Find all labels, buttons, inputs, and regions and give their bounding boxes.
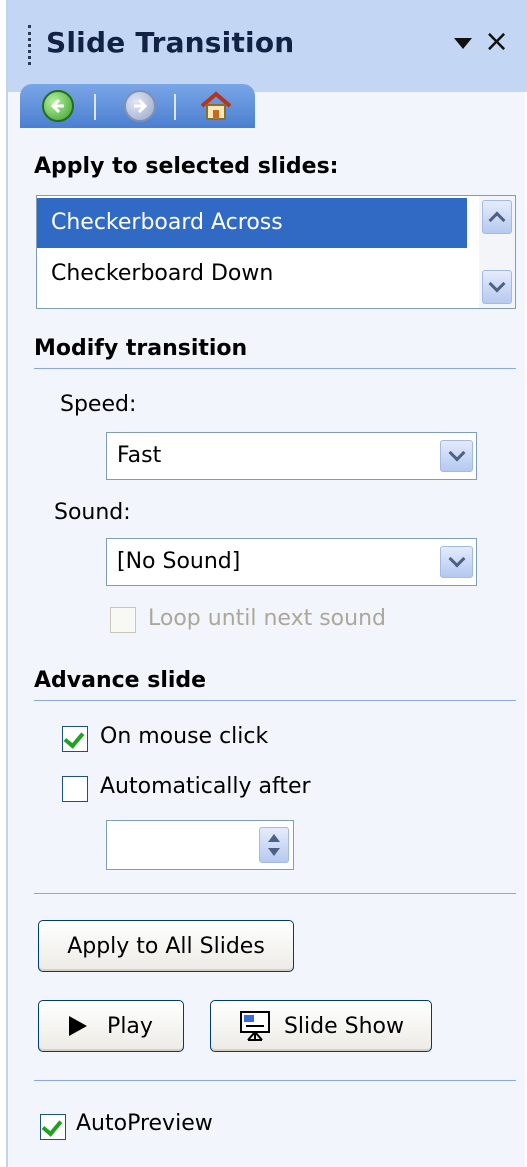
- section-divider: [34, 1080, 516, 1081]
- scroll-up-button[interactable]: [482, 200, 512, 234]
- dropdown-arrow-icon[interactable]: [454, 38, 472, 49]
- back-arrow-icon[interactable]: [42, 90, 74, 122]
- automatically-after-label: Automatically after: [100, 774, 311, 799]
- slide-show-button[interactable]: Slide Show: [210, 1000, 432, 1052]
- chevron-down-icon: [488, 275, 506, 293]
- spinner-buttons[interactable]: [259, 827, 289, 863]
- sound-label: Sound:: [54, 500, 131, 525]
- advance-section-heading: Advance slide: [34, 668, 207, 693]
- modify-section-heading: Modify transition: [34, 336, 248, 361]
- play-button[interactable]: Play: [38, 1000, 184, 1052]
- task-pane-titlebar: Slide Transition ×: [8, 0, 527, 92]
- nav-separator: [94, 94, 96, 120]
- section-divider: [34, 893, 516, 894]
- loop-label: Loop until next sound: [148, 606, 386, 631]
- speed-label: Speed:: [60, 392, 137, 417]
- play-button-label: Play: [107, 1013, 153, 1039]
- close-icon[interactable]: ×: [484, 24, 509, 59]
- apply-to-all-slides-button[interactable]: Apply to All Slides: [38, 920, 294, 972]
- pane-title: Slide Transition: [46, 26, 295, 59]
- speed-combobox[interactable]: Fast: [106, 432, 477, 480]
- task-pane: Slide Transition × Apply to selected sli…: [6, 0, 527, 1167]
- grip-handle[interactable]: [28, 25, 34, 65]
- on-mouse-click-checkbox[interactable]: [62, 726, 88, 752]
- loop-checkbox[interactable]: [110, 607, 136, 633]
- apply-section-heading: Apply to selected slides:: [34, 154, 339, 179]
- autopreview-checkbox[interactable]: [40, 1114, 66, 1140]
- slide-show-icon: [238, 1009, 272, 1043]
- spin-down-icon[interactable]: [268, 848, 280, 856]
- sound-value: [No Sound]: [117, 549, 241, 574]
- on-mouse-click-label: On mouse click: [100, 724, 269, 749]
- section-divider: [34, 700, 516, 701]
- checkmark-icon: [41, 1115, 63, 1137]
- chevron-up-icon: [488, 211, 506, 229]
- spin-up-icon[interactable]: [268, 834, 280, 842]
- speed-dropdown-button[interactable]: [440, 440, 473, 472]
- sound-dropdown-button[interactable]: [440, 546, 473, 578]
- automatically-after-checkbox[interactable]: [62, 776, 88, 802]
- transition-listbox[interactable]: Checkerboard Across Checkerboard Down: [36, 195, 516, 309]
- navigation-bar: [20, 84, 255, 128]
- listbox-scrollbar[interactable]: [479, 196, 515, 308]
- autopreview-label: AutoPreview: [76, 1111, 213, 1136]
- scroll-down-button[interactable]: [482, 270, 512, 304]
- home-icon[interactable]: [198, 90, 234, 122]
- chevron-down-icon: [448, 550, 465, 568]
- forward-arrow-icon[interactable]: [124, 90, 156, 122]
- auto-advance-time-spinner[interactable]: [106, 820, 294, 870]
- speed-value: Fast: [117, 443, 162, 468]
- sound-combobox[interactable]: [No Sound]: [106, 538, 477, 586]
- list-item[interactable]: Checkerboard Across: [37, 198, 467, 248]
- section-divider: [34, 368, 516, 369]
- chevron-down-icon: [448, 444, 465, 462]
- play-icon: [69, 1016, 88, 1036]
- checkmark-icon: [63, 727, 85, 749]
- nav-separator: [174, 94, 176, 120]
- slide-show-button-label: Slide Show: [283, 1013, 405, 1039]
- list-item[interactable]: Checkerboard Down: [37, 249, 467, 299]
